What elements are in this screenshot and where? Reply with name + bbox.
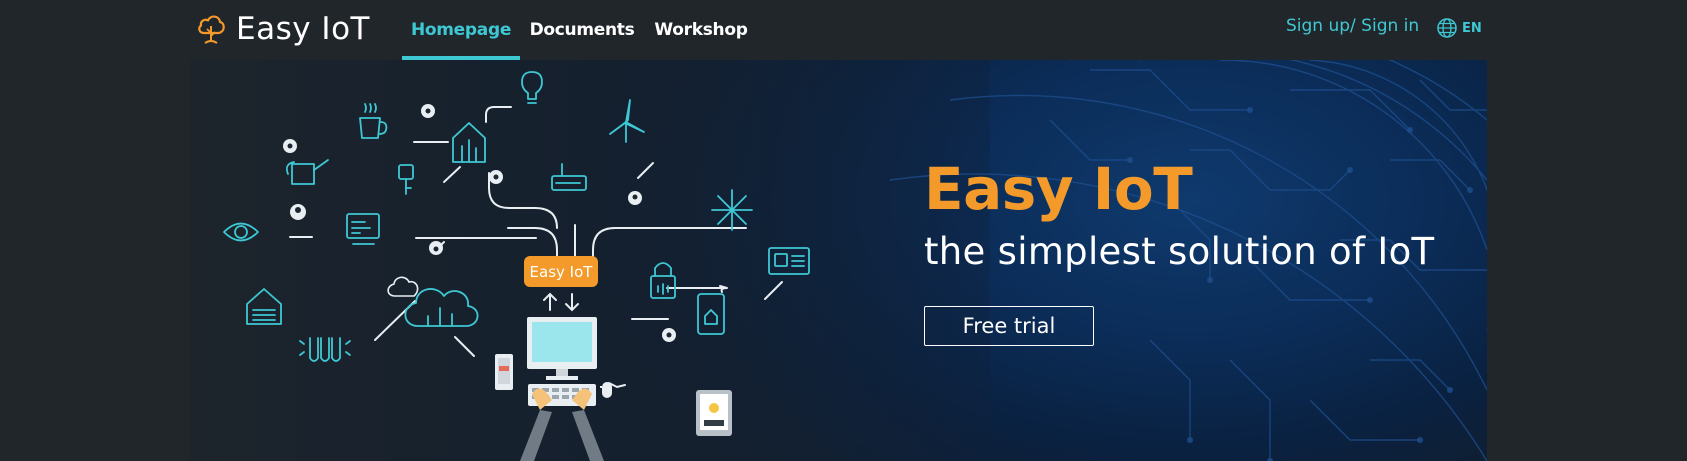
page: Easy IoT Homepage Documents Workshop Sig…: [0, 0, 1687, 461]
tab-documents[interactable]: Documents: [520, 0, 644, 60]
hero-badge: Easy IoT: [524, 256, 598, 287]
language-switcher[interactable]: EN: [1436, 17, 1482, 39]
hero-title: Easy IoT: [924, 155, 1193, 223]
hero-subtitle: the simplest solution of IoT: [924, 230, 1435, 273]
free-trial-button[interactable]: Free trial: [924, 306, 1094, 346]
signin-link[interactable]: Sign up/ Sign in: [1286, 16, 1419, 36]
main-nav: Homepage Documents Workshop: [402, 0, 758, 60]
tab-homepage[interactable]: Homepage: [402, 0, 520, 60]
hero-badge-label: Easy IoT: [529, 262, 593, 281]
globe-icon: [1437, 18, 1457, 38]
hero-banner: Easy IoT Easy IoT the simplest solution …: [190, 60, 1487, 461]
language-label: EN: [1462, 20, 1482, 36]
tab-workshop[interactable]: Workshop: [644, 0, 758, 60]
cloud-logo-icon: [198, 15, 225, 44]
brand-logo[interactable]: Easy IoT: [196, 8, 370, 50]
brand-name: Easy IoT: [236, 11, 370, 47]
top-navigation-bar: Easy IoT Homepage Documents Workshop Sig…: [0, 0, 1687, 60]
